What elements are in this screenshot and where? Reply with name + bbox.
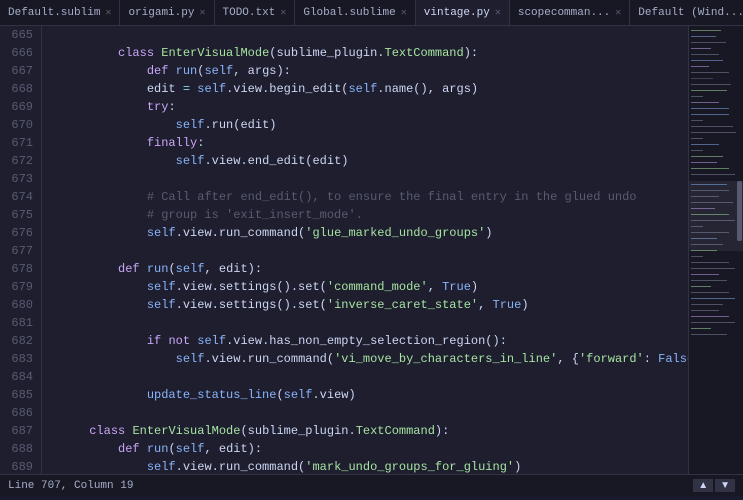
tab-label: Default (Wind... (638, 7, 743, 19)
tab-label: vintage.py (424, 7, 490, 19)
tab-vintage[interactable]: vintage.py ✕ (416, 0, 510, 25)
code-line-673: # Call after end_edit(), to ensure the f… (46, 170, 688, 188)
code-content[interactable]: class EnterVisualMode(sublime_plugin.Tex… (42, 26, 688, 474)
scroll-up-button[interactable]: ▲ (693, 479, 713, 492)
minimap (688, 26, 743, 474)
status-bar: Line 707, Column 19 ▲ ▼ (0, 474, 743, 496)
status-right: ▲ ▼ (693, 479, 735, 492)
tab-global-sublime[interactable]: Global.sublime ✕ (295, 0, 415, 25)
editor: 665 666 667 668 669 670 671 672 673 674 … (0, 26, 743, 474)
status-position: Line 707, Column 19 (8, 480, 133, 492)
tab-close-icon[interactable]: ✕ (105, 7, 111, 19)
scroll-down-button[interactable]: ▼ (715, 479, 735, 492)
tab-todo[interactable]: TODO.txt ✕ (215, 0, 296, 25)
tab-label: scopecomman... (518, 7, 610, 19)
line-numbers: 665 666 667 668 669 670 671 672 673 674 … (0, 26, 42, 474)
tab-close-icon[interactable]: ✕ (401, 7, 407, 19)
navigation-arrows[interactable]: ▲ ▼ (693, 479, 735, 492)
tab-origami[interactable]: origami.py ✕ (120, 0, 214, 25)
tab-label: Global.sublime (303, 7, 395, 19)
tab-close-icon[interactable]: ✕ (495, 7, 501, 19)
code-line-686: class EnterVisualMode(sublime_plugin.Tex… (46, 404, 688, 422)
tab-bar: Default.sublim ✕ origami.py ✕ TODO.txt ✕… (0, 0, 743, 26)
tab-close-icon[interactable]: ✕ (280, 7, 286, 19)
tab-close-icon[interactable]: ✕ (199, 7, 205, 19)
tab-label: Default.sublim (8, 7, 100, 19)
minimap-svg (689, 26, 743, 474)
code-line-677: def run(self, edit): (46, 242, 688, 260)
tab-scopecommand[interactable]: scopecomman... ✕ (510, 0, 630, 25)
tab-label: origami.py (128, 7, 194, 19)
tab-default-sublime[interactable]: Default.sublim ✕ (0, 0, 120, 25)
code-line-665: class EnterVisualMode(sublime_plugin.Tex… (46, 26, 688, 44)
tab-close-icon[interactable]: ✕ (615, 7, 621, 19)
tab-default-wind[interactable]: Default (Wind... ✕ (630, 0, 743, 25)
tab-label: TODO.txt (223, 7, 276, 19)
code-line-684: update_status_line(self.view) (46, 368, 688, 386)
code-line-681: if not self.view.has_non_empty_selection… (46, 314, 688, 332)
